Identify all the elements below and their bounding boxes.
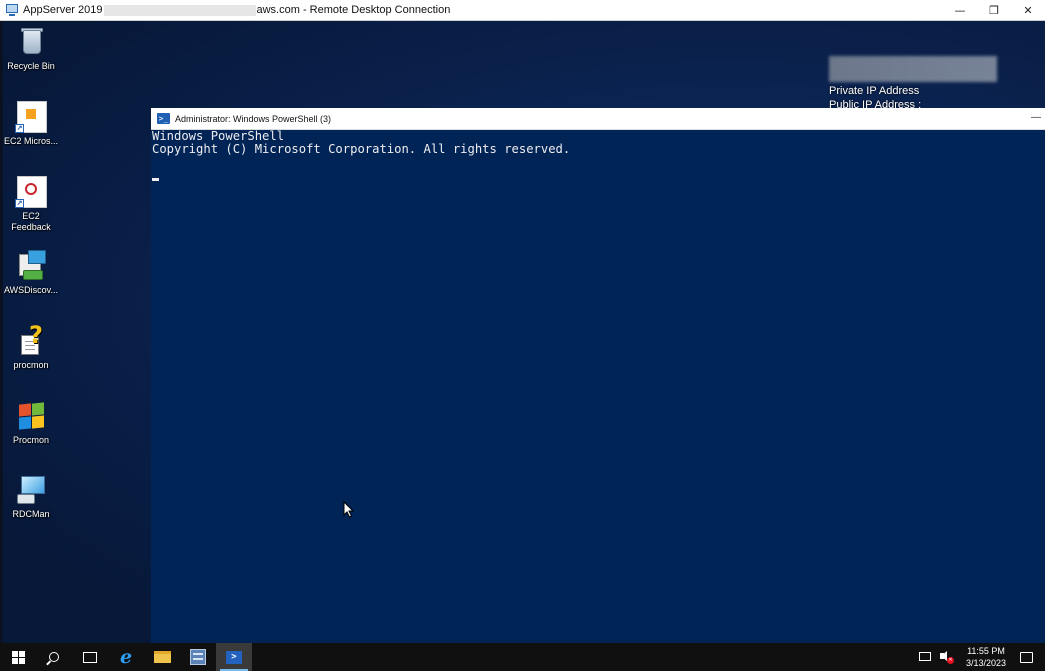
- clock-date: 3/13/2023: [965, 658, 1007, 668]
- rdp-minimize-button[interactable]: —: [943, 0, 977, 21]
- powershell-console[interactable]: Windows PowerShell Copyright (C) Microsof…: [151, 130, 1045, 156]
- rdp-titlebar[interactable]: AppServer 2019 aws.com - Remote Desktop …: [0, 0, 1045, 21]
- powershell-taskbar-icon: >: [226, 650, 242, 664]
- rdp-close-button[interactable]: ✕: [1011, 0, 1045, 21]
- private-ip-label: Private IP Address: [829, 85, 920, 97]
- redacted-hostname: [103, 4, 256, 16]
- remote-desktop-manager-icon: [15, 474, 47, 506]
- aws-cube-icon: ↗: [15, 101, 47, 133]
- taskbar-clock[interactable]: 11:55 PM 3/13/2023: [960, 645, 1012, 669]
- installer-package-icon: [15, 250, 47, 282]
- windows-flag-icon: [15, 400, 47, 432]
- start-button[interactable]: [0, 643, 36, 671]
- volume-tray-button[interactable]: ✕: [939, 650, 954, 664]
- desktop-icon-label: procmon: [13, 360, 49, 370]
- unknown-file-icon: ?: [15, 321, 47, 357]
- network-tray-button[interactable]: [919, 650, 933, 664]
- feedback-q-icon: ↗: [15, 176, 47, 208]
- recycle-bin-icon: [15, 26, 47, 58]
- desktop-icon-label: AWSDiscov...: [3, 285, 58, 295]
- server-info-overlay: Private IP Address Public IP Address :: [829, 56, 997, 112]
- desktop-icon-label: RDCMan: [12, 509, 50, 519]
- powershell-taskbar-button[interactable]: >: [216, 643, 252, 671]
- internet-explorer-icon: e: [119, 645, 133, 668]
- redacted-server-name: [829, 56, 997, 82]
- remote-desktop[interactable]: Recycle Bin ↗ EC2 Micros... ↗ EC2 Feedba…: [0, 21, 1045, 643]
- server-manager-button[interactable]: [180, 643, 216, 671]
- rdp-title-suffix: aws.com - Remote Desktop Connection: [256, 4, 451, 16]
- rdp-title-prefix: AppServer 2019: [23, 4, 103, 16]
- volume-muted-icon: ✕: [939, 650, 954, 664]
- file-explorer-button[interactable]: [144, 643, 180, 671]
- internet-explorer-button[interactable]: e: [108, 643, 144, 671]
- rdp-restore-button[interactable]: ❐: [977, 0, 1011, 21]
- rdp-window-controls: — ❐ ✕: [943, 0, 1045, 21]
- desktop-icon-procmon-upper[interactable]: Procmon: [3, 400, 59, 446]
- mouse-pointer-icon: [343, 501, 355, 518]
- desktop-icon-ec2-feedback[interactable]: ↗ EC2 Feedback: [3, 176, 59, 233]
- desktop-icon-aws-discovery[interactable]: AWSDiscov...: [3, 250, 59, 296]
- folder-icon: [153, 651, 171, 663]
- powershell-icon: >_: [157, 113, 170, 124]
- task-view-icon: [83, 651, 97, 663]
- notification-center-icon[interactable]: [1020, 651, 1033, 663]
- search-button[interactable]: [36, 643, 72, 671]
- rdp-window-title: AppServer 2019 aws.com - Remote Desktop …: [23, 4, 450, 16]
- desktop-icon-label: EC2 Micros...: [3, 136, 58, 146]
- remote-desktop-icon: [5, 3, 19, 17]
- desktop-icon-label: Procmon: [12, 435, 49, 445]
- task-view-button[interactable]: [72, 643, 108, 671]
- network-icon: [919, 652, 931, 661]
- powershell-titlebar[interactable]: >_ Administrator: Windows PowerShell (3)…: [151, 108, 1045, 130]
- desktop-icon-rdcman[interactable]: RDCMan: [3, 474, 59, 520]
- desktop-icon-recycle-bin[interactable]: Recycle Bin: [3, 26, 59, 72]
- taskbar: e > ✕ 11:55 PM 3/13/2023: [0, 643, 1045, 671]
- powershell-window[interactable]: >_ Administrator: Windows PowerShell (3)…: [151, 108, 1045, 643]
- desktop-icon-ec2-microsoft[interactable]: ↗ EC2 Micros...: [3, 101, 59, 147]
- desktop-icon-procmon-lower[interactable]: ? procmon: [3, 321, 59, 371]
- powershell-title: Administrator: Windows PowerShell (3): [175, 113, 332, 124]
- windows-logo-icon: [11, 650, 25, 664]
- desktop-icon-label: Recycle Bin: [7, 61, 55, 71]
- clock-time: 11:55 PM: [967, 646, 1005, 656]
- console-line: Copyright (C) Microsoft Corporation. All…: [152, 142, 571, 156]
- system-tray: ✕ 11:55 PM 3/13/2023: [916, 643, 1045, 671]
- server-manager-icon: [190, 649, 206, 665]
- console-cursor: [152, 178, 159, 181]
- powershell-minimize-button[interactable]: —: [1029, 108, 1043, 130]
- desktop-icon-label: EC2 Feedback: [11, 211, 51, 232]
- search-icon: [49, 652, 59, 662]
